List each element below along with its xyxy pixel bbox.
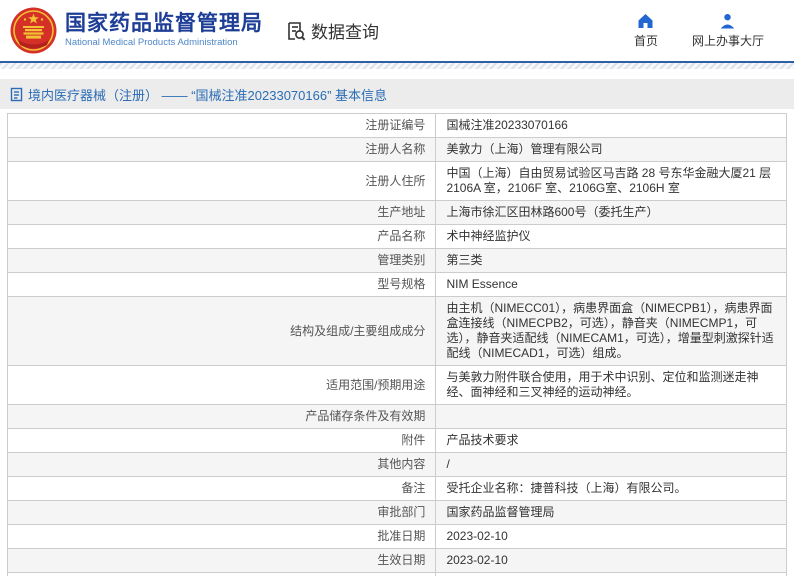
page-title: 境内医疗器械（注册） —— “国械注准20233070166” 基本信息 [28,87,388,103]
nav-item-service-hall[interactable]: 网上办事大厅 [692,13,764,49]
breadcrumb: 境内医疗器械（注册） —— “国械注准20233070166” 基本信息 [0,79,794,109]
table-row: 附件 产品技术要求 [6,428,787,453]
table-row: 管理类别 第三类 [6,248,787,273]
field-label: 型号规格 [6,272,437,297]
table-row: 注册人住所 中国（上海）自由贸易试验区马吉路 28 号东华金融大厦21 层 210… [6,161,787,201]
table-row: 备注 受托企业名称：捷普科技（上海）有限公司。 [6,476,787,501]
registration-info-table: 注册证编号 国械注准20233070166 注册人名称 美敦力（上海）管理有限公司 … [6,113,787,576]
field-label: 注册人名称 [6,137,437,162]
field-value: 第三类 [435,248,787,273]
table-row: 型号规格 NIM Essence [6,272,787,297]
field-value: 国家药品监督管理局 [435,500,787,525]
document-icon [10,87,23,102]
org-name-en: National Medical Products Administration [65,37,238,49]
field-value [435,404,787,429]
field-label: 结构及组成/主要组成成分 [6,296,437,366]
field-value: 由主机（NIMECC01），病患界面盒（NIMECPB1），病患界面盒连接线（N… [435,296,787,366]
table-row: 生产地址 上海市徐汇区田林路600号（委托生产） [6,200,787,225]
spacer [0,69,794,79]
field-label: 生效日期 [6,548,437,573]
field-value: NIM Essence [435,272,787,297]
data-query-tab[interactable]: 数据查询 [285,18,379,43]
table-row: 注册证编号 国械注准20233070166 [6,113,787,138]
main-content: 注册证编号 国械注准20233070166 注册人名称 美敦力（上海）管理有限公司 … [0,109,794,576]
field-label: 有效期至 [6,572,437,576]
field-label: 生产地址 [6,200,437,225]
field-label: 其他内容 [6,452,437,477]
field-value: / [435,452,787,477]
national-emblem-icon [10,7,57,54]
nmpa-logo[interactable]: 国家药品监督管理局 National Medical Products Admi… [10,7,263,54]
field-value: 产品技术要求 [435,428,787,453]
field-value: 术中神经监护仪 [435,224,787,249]
field-value: 2023-02-10 [435,524,787,549]
field-label: 备注 [6,476,437,501]
document-search-icon [285,20,307,42]
table-row: 有效期至2028-02-09 [6,572,787,576]
data-query-label: 数据查询 [311,23,379,42]
nav-item-home[interactable]: 首页 [634,13,658,49]
field-value: 受托企业名称：捷普科技（上海）有限公司。 [435,476,787,501]
person-icon [719,13,736,29]
home-icon [637,13,654,29]
field-label: 注册人住所 [6,161,437,201]
page-header: 国家药品监督管理局 National Medical Products Admi… [0,0,794,61]
field-value: 上海市徐汇区田林路600号（委托生产） [435,200,787,225]
field-value: 2023-02-10 [435,548,787,573]
field-label: 审批部门 [6,500,437,525]
field-label: 批准日期 [6,524,437,549]
table-row: 其他内容 / [6,452,787,477]
field-label: 附件 [6,428,437,453]
table-row: 产品储存条件及有效期 [6,404,787,429]
nav-service-hall-label: 网上办事大厅 [691,33,764,48]
field-value: 美敦力（上海）管理有限公司 [435,137,787,162]
table-row: 生效日期 2023-02-10 [6,548,787,573]
table-row: 批准日期 2023-02-10 [6,524,787,549]
table-row: 注册人名称 美敦力（上海）管理有限公司 [6,137,787,162]
field-value: 2028-02-09 [435,572,787,576]
field-label: 管理类别 [6,248,437,273]
org-name-cn: 国家药品监督管理局 [65,12,263,36]
field-label: 产品名称 [6,224,437,249]
table-row: 产品名称 术中神经监护仪 [6,224,787,249]
field-label: 注册证编号 [6,113,437,138]
table-row: 结构及组成/主要组成成分 由主机（NIMECC01），病患界面盒（NIMECPB1… [6,296,787,366]
field-value: 国械注准20233070166 [435,113,787,138]
field-value: 与美敦力附件联合使用，用于术中识别、定位和监测迷走神经、面神经和三叉神经的运动神… [435,365,787,405]
nav-home-label: 首页 [633,33,658,48]
top-nav: 首页 网上办事大厅 [634,13,764,49]
field-label: 产品储存条件及有效期 [6,404,437,429]
table-row: 审批部门 国家药品监督管理局 [6,500,787,525]
field-value: 中国（上海）自由贸易试验区马吉路 28 号东华金融大厦21 层 2106A 室，… [435,161,787,201]
field-label: 适用范围/预期用途 [6,365,437,405]
table-row: 适用范围/预期用途 与美敦力附件联合使用，用于术中识别、定位和监测迷走神经、面神经… [6,365,787,405]
